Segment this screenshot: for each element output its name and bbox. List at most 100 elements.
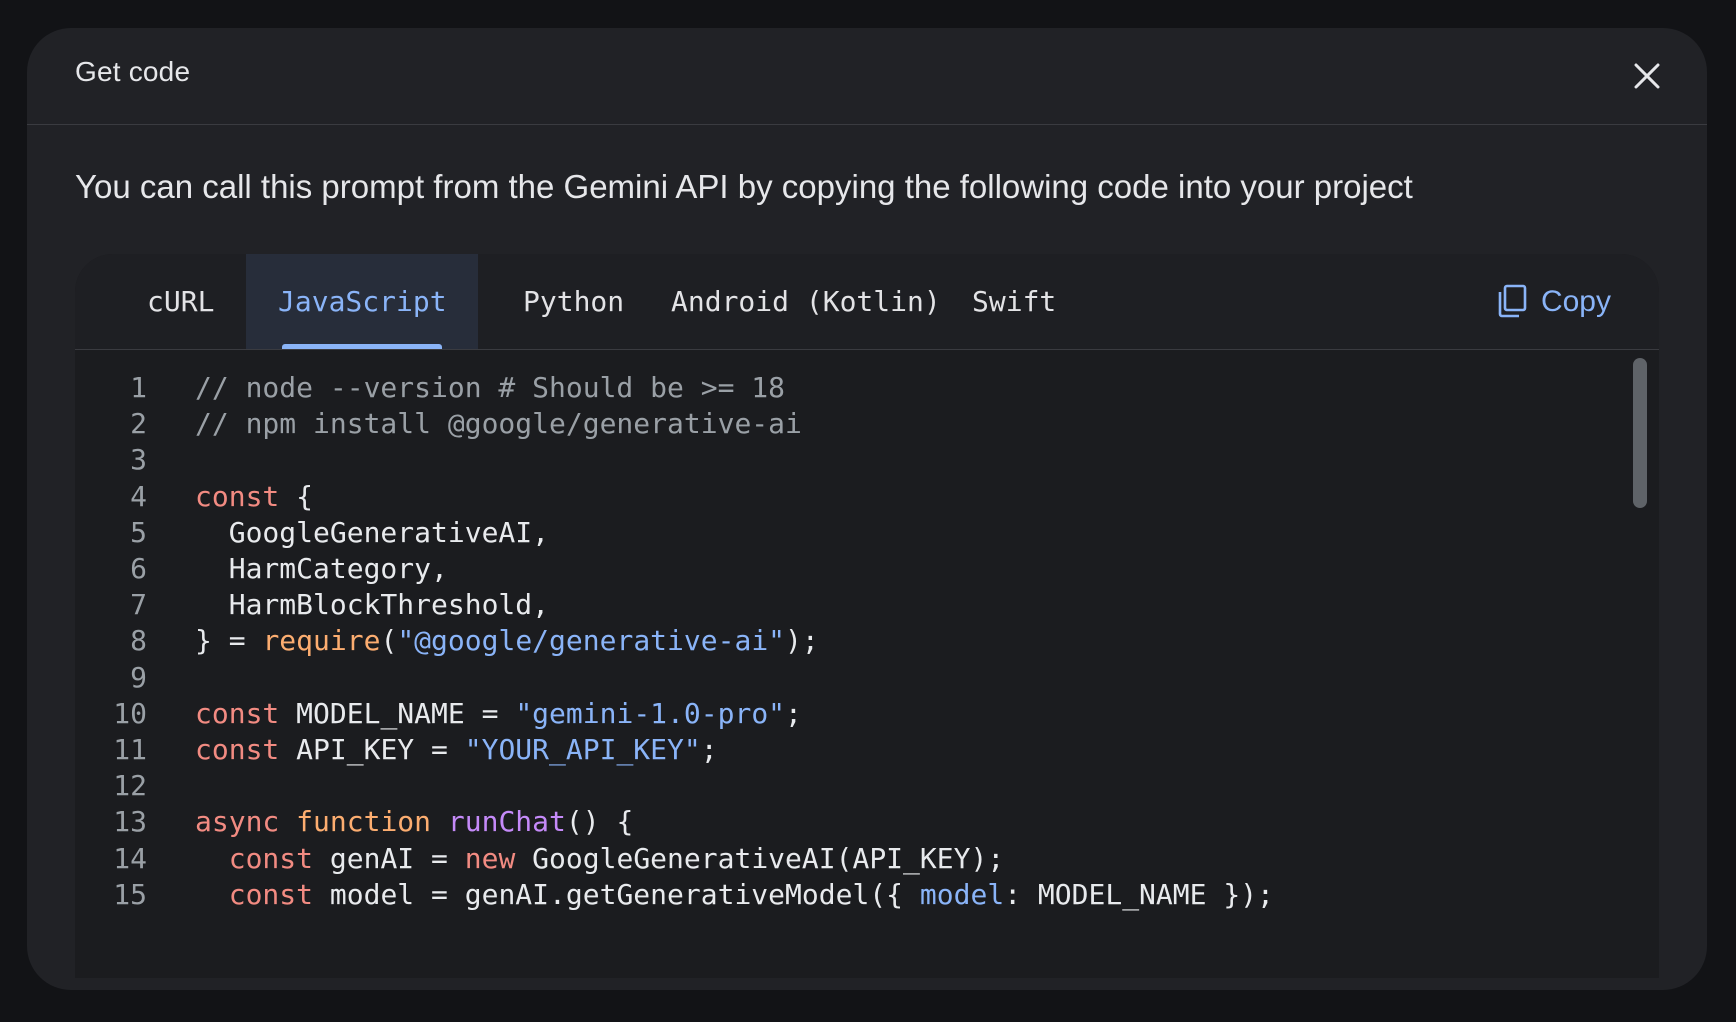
- code-token: GoogleGenerativeAI,: [195, 515, 550, 549]
- tab-python[interactable]: Python: [491, 254, 656, 349]
- code-token: genAI =: [313, 841, 465, 875]
- line-number: 15: [113, 877, 147, 911]
- code-token: HarmBlockThreshold,: [195, 588, 550, 622]
- code-token: {: [279, 479, 314, 513]
- line-number: 13: [113, 805, 147, 839]
- code-line: 4 const {: [75, 477, 313, 517]
- close-icon: [1634, 63, 1660, 89]
- code-token: "YOUR_API_KEY": [464, 733, 701, 766]
- code-line: 7 HarmBlockThreshold,: [75, 585, 549, 625]
- code-token: "gemini-1.0-pro": [515, 696, 786, 730]
- line-source: HarmBlockThreshold,: [195, 585, 549, 625]
- code-token: } =: [195, 624, 263, 658]
- vertical-scrollbar[interactable]: [1633, 358, 1647, 508]
- code-line: 15 const model = genAI.getGenerativeMode…: [75, 875, 1274, 915]
- line-source: const genAI = new GoogleGenerativeAI(API…: [195, 839, 1004, 879]
- code-token: HarmCategory,: [195, 552, 448, 585]
- tab-javascript[interactable]: JavaScript: [246, 254, 478, 349]
- dialog-title: Get code: [75, 56, 191, 87]
- code-token: // npm install @google/generative-ai: [195, 407, 802, 441]
- tab-label: Swift: [972, 285, 1057, 318]
- tab-label: JavaScript: [278, 285, 447, 318]
- code-line: 14 const genAI = new GoogleGenerativeAI(…: [75, 839, 1004, 879]
- line-number: 6: [130, 552, 147, 585]
- code-token: GoogleGenerativeAI(API_KEY);: [515, 841, 1005, 875]
- language-tabs: cURL JavaScript Python Android (Kotlin) …: [75, 254, 1659, 350]
- code-token: : MODEL_NAME });: [1004, 877, 1274, 911]
- code-token: ;: [785, 696, 802, 730]
- tab-android-kotlin[interactable]: Android (Kotlin): [639, 254, 973, 349]
- code-token: new: [464, 841, 516, 875]
- line-source: const MODEL_NAME = "gemini-1.0-pro";: [195, 694, 802, 734]
- close-button[interactable]: [1631, 60, 1663, 92]
- code-token: const: [195, 479, 280, 513]
- line-number: 5: [130, 515, 147, 549]
- line-source: // npm install @google/generative-ai: [195, 404, 802, 444]
- code-token: model = genAI.getGenerativeModel({: [313, 877, 920, 911]
- line-number: 4: [130, 479, 147, 513]
- code-token: ;: [700, 733, 718, 766]
- code-token: API_KEY =: [279, 733, 465, 766]
- tab-swift[interactable]: Swift: [940, 254, 1088, 349]
- code-token: // node --version # Should be >= 18: [195, 371, 786, 404]
- line-source: const API_KEY = "YOUR_API_KEY";: [195, 730, 718, 770]
- line-number: 10: [113, 696, 147, 730]
- code-token: MODEL_NAME =: [279, 696, 516, 730]
- line-number: 7: [130, 588, 147, 622]
- copy-button[interactable]: Copy: [1497, 254, 1611, 349]
- line-number: 8: [130, 624, 147, 658]
- dialog-header: Get code: [27, 28, 1707, 125]
- line-number: 3: [130, 443, 147, 477]
- code-line: 8 } = require("@google/generative-ai");: [75, 621, 819, 661]
- code-token: );: [785, 624, 819, 658]
- code-line: 10 const MODEL_NAME = "gemini-1.0-pro";: [75, 694, 802, 734]
- code-token: require: [262, 624, 381, 658]
- code-token: runChat: [447, 805, 566, 839]
- get-code-dialog: Get code You can call this prompt from t…: [27, 28, 1707, 990]
- code-panel: cURL JavaScript Python Android (Kotlin) …: [75, 254, 1659, 978]
- line-number: 9: [130, 660, 147, 694]
- code-token: model: [919, 877, 1005, 911]
- code-token: const: [195, 696, 280, 730]
- code-token: function: [296, 805, 432, 839]
- line-source: // node --version # Should be >= 18: [195, 368, 785, 408]
- code-token: () {: [565, 805, 634, 839]
- copy-icon: [1498, 284, 1527, 318]
- line-number: 2: [130, 407, 147, 441]
- code-token: const: [195, 733, 280, 766]
- line-source: async function runChat() {: [195, 802, 633, 842]
- code-line: 5 GoogleGenerativeAI,: [75, 513, 549, 553]
- line-number: 12: [113, 769, 147, 803]
- line-number: 14: [113, 841, 147, 875]
- code-line: 3: [75, 440, 147, 480]
- line-source: const {: [195, 477, 313, 517]
- code-line: 2 // npm install @google/generative-ai: [75, 404, 802, 444]
- active-tab-indicator: [282, 344, 442, 349]
- line-number: 1: [130, 371, 147, 404]
- code-line: 9: [75, 658, 147, 698]
- code-token: const: [228, 877, 314, 911]
- code-line: 12: [75, 766, 147, 806]
- code-token: (: [380, 624, 398, 658]
- code-editor[interactable]: 1 // node --version # Should be >= 18 2 // …: [75, 350, 1659, 978]
- code-line: 6 HarmCategory,: [75, 549, 448, 589]
- tab-label: Python: [523, 285, 625, 318]
- line-number: 11: [113, 733, 147, 766]
- code-token: async: [195, 805, 280, 839]
- code-token: "@google/generative-ai": [397, 624, 786, 658]
- line-source: } = require("@google/generative-ai");: [195, 621, 819, 661]
- line-source: const model = genAI.getGenerativeModel({…: [195, 875, 1274, 915]
- code-line: 13 async function runChat() {: [75, 802, 633, 842]
- line-source: HarmCategory,: [195, 549, 448, 589]
- dialog-description: You can call this prompt from the Gemini…: [75, 168, 1413, 205]
- code-line: 11 const API_KEY = "YOUR_API_KEY";: [75, 730, 717, 770]
- code-token: const: [228, 841, 314, 875]
- line-source: GoogleGenerativeAI,: [195, 513, 549, 553]
- tab-label: cURL: [147, 285, 215, 318]
- tab-curl[interactable]: cURL: [115, 254, 246, 349]
- copy-label: Copy: [1540, 285, 1611, 318]
